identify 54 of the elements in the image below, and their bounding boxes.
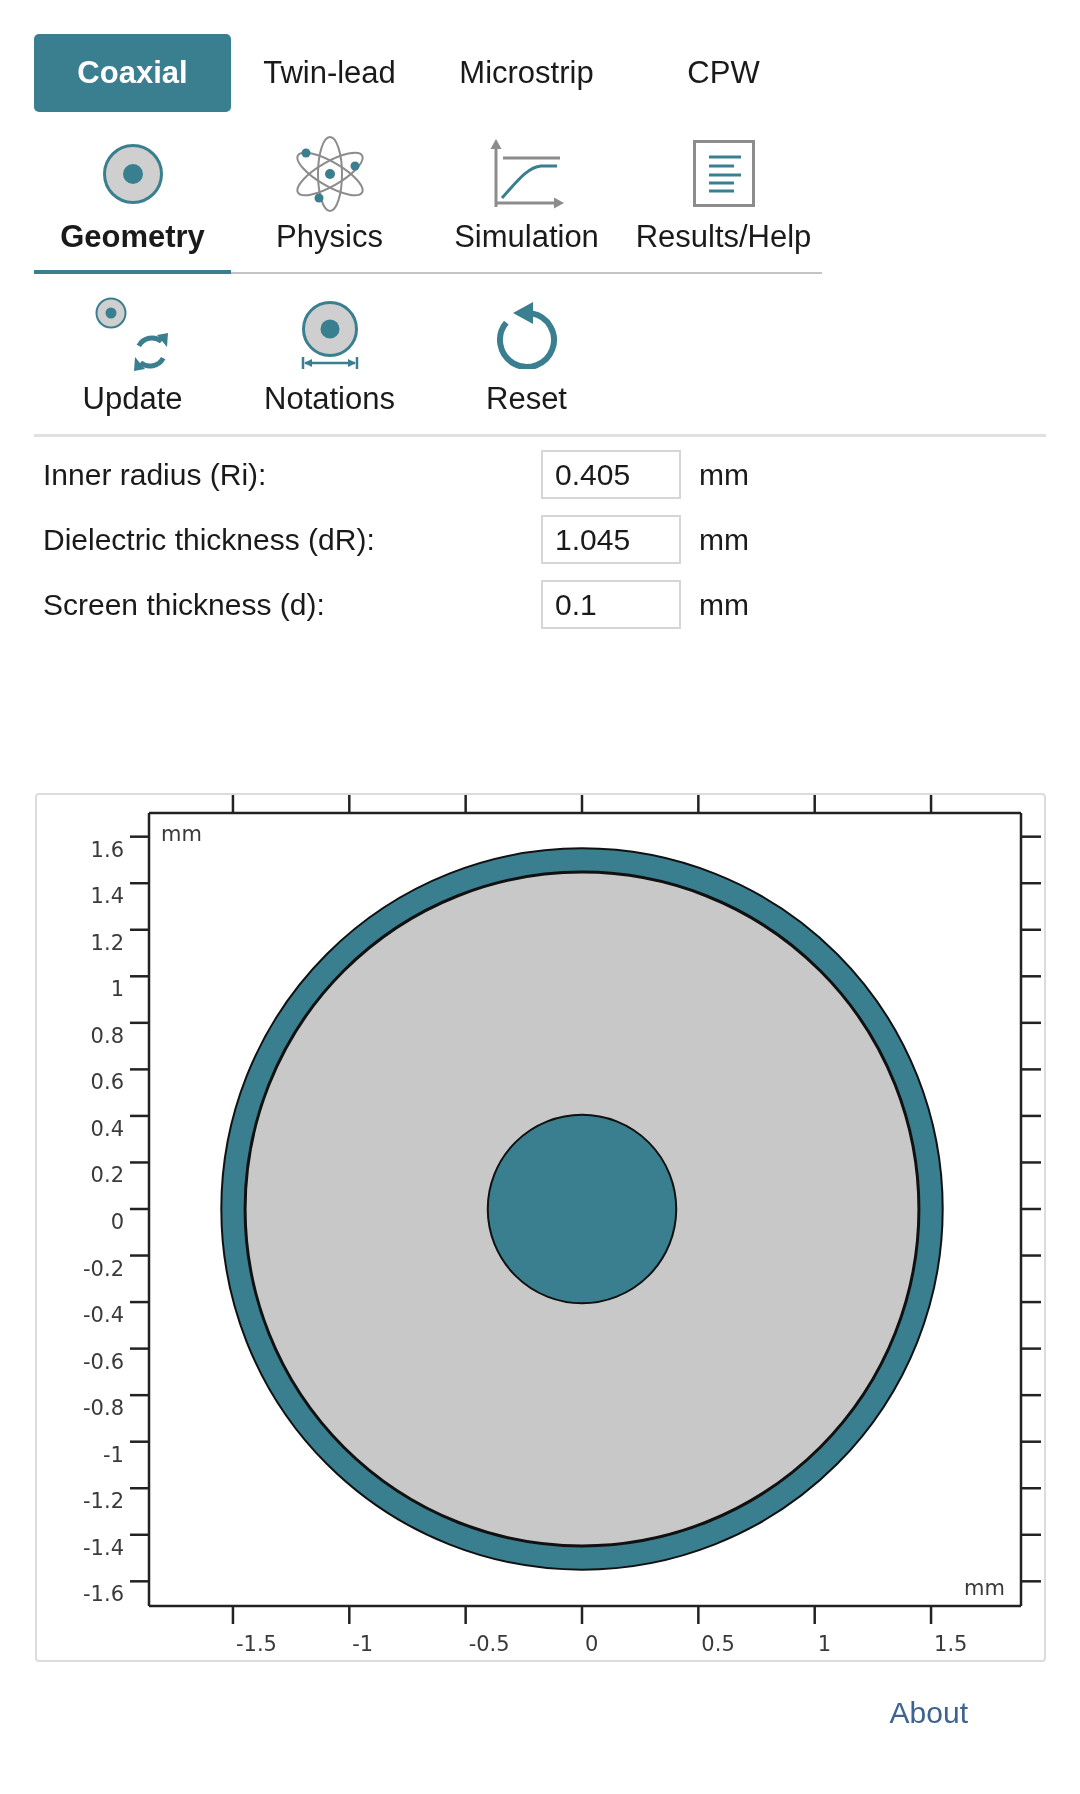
tick-label: -1.6 bbox=[83, 1582, 124, 1607]
unit-label: mm bbox=[699, 521, 749, 558]
field-label: Inner radius (Ri): bbox=[43, 456, 268, 493]
dimensioned-disc-icon bbox=[300, 300, 359, 369]
line-type-tab[interactable]: Microstrip bbox=[428, 34, 625, 112]
tick-label: 0.8 bbox=[90, 1023, 124, 1048]
disc-refresh-icon bbox=[94, 297, 171, 372]
tick-label: 0.6 bbox=[90, 1070, 124, 1095]
section-tab[interactable]: Simulation bbox=[428, 112, 625, 274]
tick-label: 1.2 bbox=[90, 930, 124, 955]
unit-label: mm bbox=[161, 822, 202, 846]
line-type-tab[interactable]: Coaxial bbox=[34, 34, 231, 112]
tick-label: -0.4 bbox=[83, 1303, 124, 1328]
tick-label: -0.2 bbox=[83, 1256, 124, 1281]
input-field[interactable]: 0.1 bbox=[541, 580, 681, 629]
tick-label: -0.8 bbox=[83, 1396, 124, 1421]
tick-label: 1.5 bbox=[934, 1632, 968, 1656]
about-link[interactable]: About bbox=[889, 1695, 968, 1731]
input-field[interactable]: 0.405 bbox=[541, 450, 681, 499]
atom-icon bbox=[294, 134, 365, 213]
toolbar-button[interactable]: Reset bbox=[428, 274, 625, 417]
input-field[interactable]: 1.045 bbox=[541, 515, 681, 564]
line-type-tab[interactable]: CPW bbox=[625, 34, 822, 112]
unit-label: mm bbox=[699, 456, 749, 493]
field-label: Dielectric thickness (dR): bbox=[43, 521, 376, 558]
document-icon bbox=[692, 140, 755, 207]
field-label: Screen thickness (d): bbox=[43, 586, 326, 623]
section-tab[interactable]: Geometry bbox=[34, 112, 231, 274]
tick-label: -0.6 bbox=[83, 1349, 124, 1374]
tick-label: -1.4 bbox=[83, 1535, 124, 1560]
coax-disc-icon bbox=[102, 143, 163, 204]
tick-label: 0.5 bbox=[701, 1632, 735, 1656]
circular-arrow-icon bbox=[495, 300, 558, 369]
tick-label: -1.2 bbox=[83, 1489, 124, 1514]
toolbar-button[interactable]: Update bbox=[34, 274, 231, 417]
section-tab[interactable]: Physics bbox=[231, 112, 428, 274]
line-type-tab[interactable]: Twin-lead bbox=[231, 34, 428, 112]
line-graph-icon bbox=[489, 138, 564, 209]
tick-label: 1 bbox=[110, 977, 124, 1002]
tick-label: 0.2 bbox=[90, 1163, 124, 1188]
toolbar-button[interactable]: Notations bbox=[231, 274, 428, 417]
tick-label: -1 bbox=[352, 1632, 374, 1656]
unit-label: mm bbox=[964, 1576, 1005, 1600]
tick-label: -0.5 bbox=[468, 1632, 510, 1656]
section-tab[interactable]: Results/Help bbox=[625, 112, 822, 274]
unit-label: mm bbox=[699, 586, 749, 623]
tick-label: 0 bbox=[110, 1210, 124, 1234]
tick-label: 0.4 bbox=[90, 1116, 124, 1141]
tick-label: -1.5 bbox=[235, 1632, 277, 1656]
tick-label: 1.6 bbox=[90, 837, 124, 862]
tick-label: 1 bbox=[817, 1632, 832, 1656]
tick-label: 1.4 bbox=[90, 884, 124, 909]
tick-label: -1 bbox=[103, 1442, 124, 1467]
tick-label: 0 bbox=[585, 1632, 599, 1656]
